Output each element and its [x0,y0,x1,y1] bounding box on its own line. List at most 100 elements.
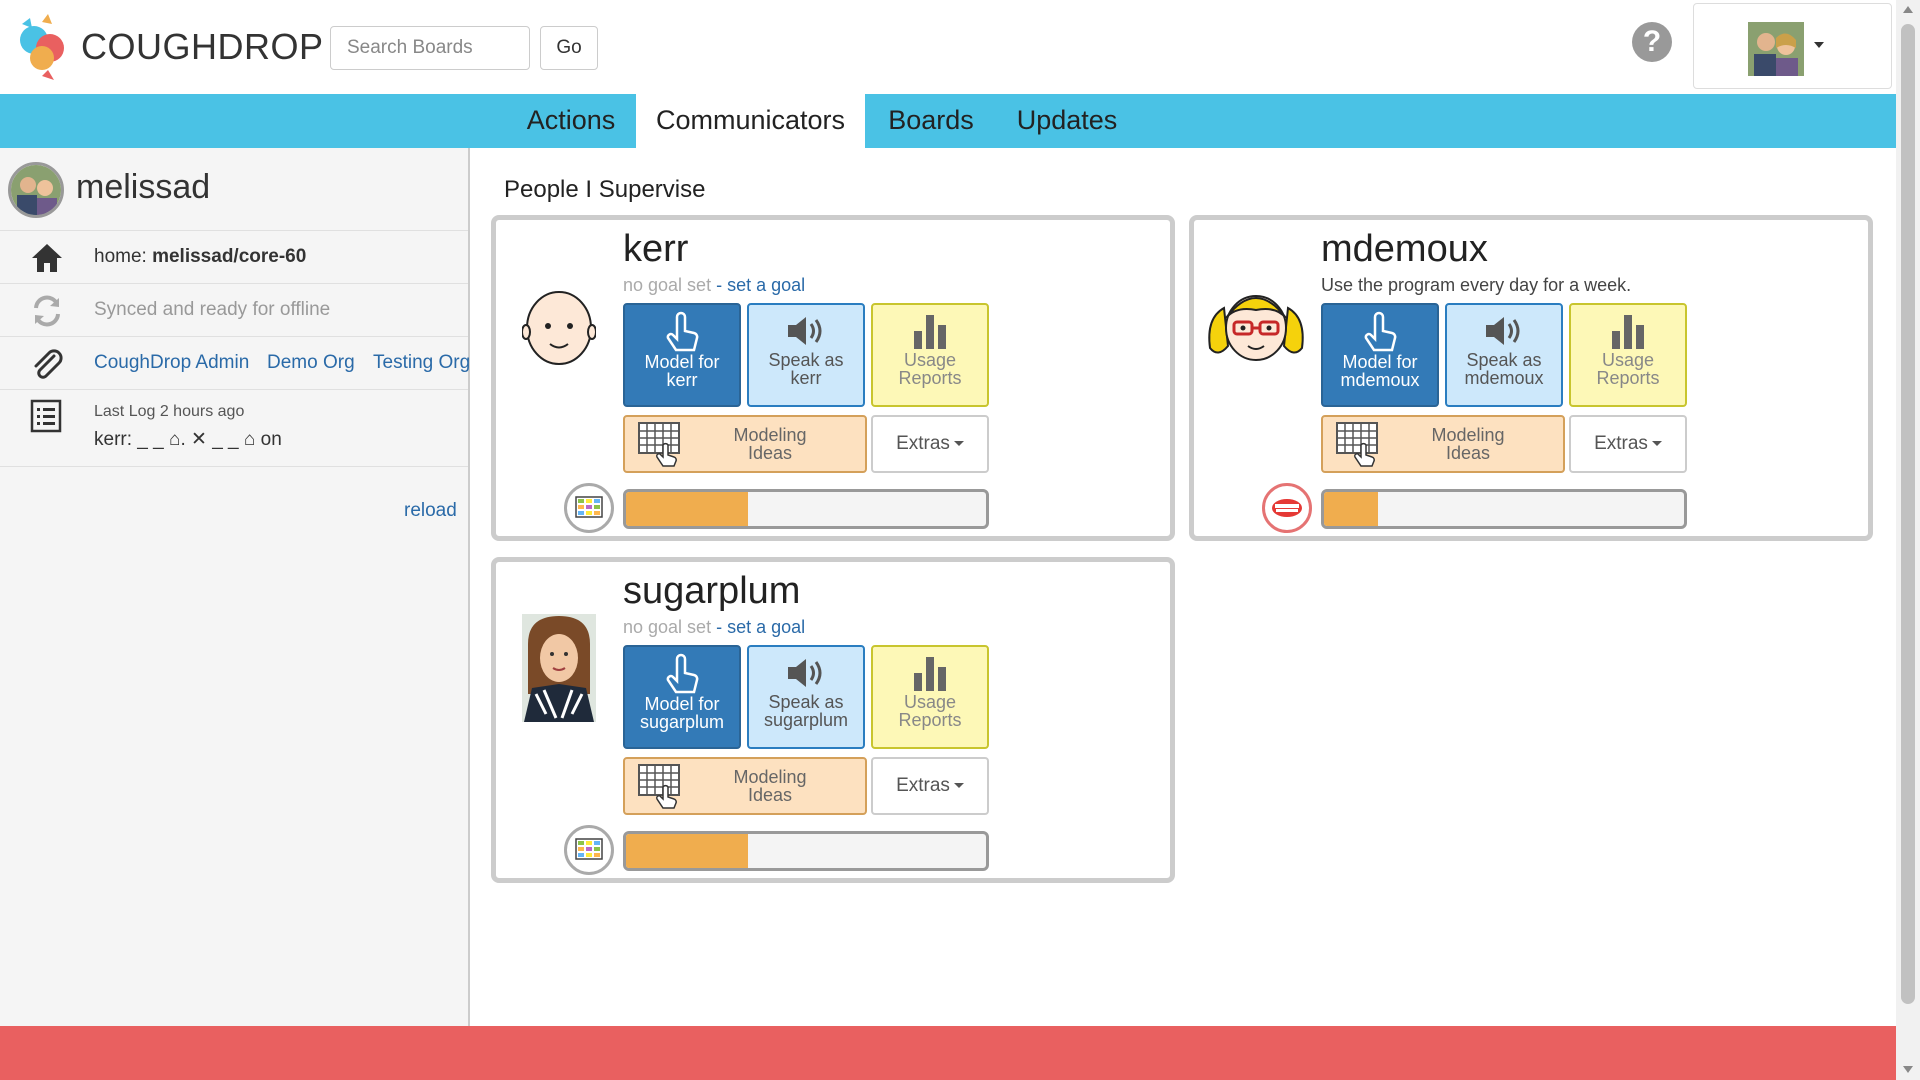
home-icon [32,244,62,272]
sidebar-last-log-row[interactable]: Last Log 2 hours ago kerr: _ _ ⌂. ✕ _ _ … [0,389,468,467]
modeling-ideas-label: Modeling Ideas [1431,425,1505,463]
sidebar-user-row[interactable]: melissad [0,148,468,231]
vertical-scrollbar[interactable] [1896,0,1920,1080]
scrollbar-thumb[interactable] [1901,24,1915,1004]
model-for-button[interactable]: Model for mdemoux [1321,303,1439,407]
usage-reports-label: Usage Reports [898,350,962,388]
sidebar-home-row[interactable]: home: melissad/core-60 [0,230,468,284]
goal-text: no goal set [623,617,712,637]
paperclip-icon [34,349,63,379]
sidebar-username[interactable]: melissad [76,168,210,207]
board-thumbnail-icon[interactable] [1262,483,1312,533]
last-log-label: Last Log 2 hours ago [94,403,245,420]
home-prefix-label: home: [94,246,147,267]
board-thumbnail-icon[interactable] [564,483,614,533]
org-link-coughdrop-admin[interactable]: CoughDrop Admin [94,352,249,374]
sidebar-sync-row[interactable]: Synced and ready for offline [0,283,468,337]
model-for-button[interactable]: Model for kerr [623,303,741,407]
speak-as-label: Speak as kerr [768,350,844,388]
modeling-ideas-button[interactable]: Modeling Ideas [623,757,867,815]
scroll-down-arrow-icon[interactable] [1903,1066,1913,1073]
brand-name[interactable]: COUGHDROP [81,26,324,68]
communicator-avatar[interactable] [522,288,596,368]
speak-as-button[interactable]: Speak as kerr [747,303,865,407]
model-for-button[interactable]: Model for sugarplum [623,645,741,749]
user-menu-button[interactable] [1693,3,1892,89]
chevron-down-icon [1814,42,1824,48]
goal-text[interactable]: Use the program every day for a week. [1321,275,1631,295]
model-for-label: Model for mdemoux [1340,352,1420,390]
user-avatar [1748,22,1804,76]
modeling-ideas-button[interactable]: Modeling Ideas [1321,415,1565,473]
avatar[interactable] [8,162,64,218]
tab-communicators[interactable]: Communicators [636,94,865,148]
extras-dropdown[interactable]: Extras [871,757,989,815]
board-grid-icon [638,422,680,467]
communicator-avatar[interactable] [1204,288,1308,364]
speak-as-label: Speak as mdemoux [1464,350,1544,388]
usage-reports-label: Usage Reports [898,692,962,730]
board-thumbnail-icon[interactable] [564,825,614,875]
sync-icon [34,295,60,327]
tab-updates[interactable]: Updates [1005,94,1129,148]
user-avatar-image [11,165,61,215]
pointing-hand-icon [666,653,699,694]
progress-fill [1324,492,1378,526]
usage-reports-button[interactable]: Usage Reports [871,645,989,749]
board-grid-icon [638,764,680,809]
org-link-demo-org[interactable]: Demo Org [267,352,355,374]
top-header: COUGHDROP Go ? [0,0,1896,94]
model-for-label: Model for sugarplum [639,694,725,732]
speaker-icon [1486,317,1520,345]
speak-as-button[interactable]: Speak as sugarplum [747,645,865,749]
usage-reports-button[interactable]: Usage Reports [871,303,989,407]
caret-down-icon [1651,441,1662,447]
extras-label: Extras [896,775,950,796]
communicator-name[interactable]: sugarplum [623,570,800,613]
tab-actions[interactable]: Actions [507,94,635,148]
mouth-icon [1272,499,1302,517]
sync-status-text: Synced and ready for offline [94,299,331,320]
speak-as-button[interactable]: Speak as mdemoux [1445,303,1563,407]
extras-dropdown[interactable]: Extras [1569,415,1687,473]
activity-progress-bar [1321,489,1687,529]
help-icon[interactable]: ? [1632,22,1672,62]
home-board-link[interactable]: melissad/core-60 [152,246,306,267]
pointing-hand-icon [1364,311,1397,352]
sidebar-orgs-row: CoughDrop Admin Demo Org Testing Org [0,336,470,390]
communicator-card-kerr: kerr no goal set - set a goal Model for … [491,215,1175,541]
org-link-testing-org[interactable]: Testing Org [373,352,470,374]
grid-board-icon [575,496,603,518]
reload-link[interactable]: reload [404,500,457,522]
communicator-name[interactable]: kerr [623,228,688,271]
speaker-icon [788,659,822,687]
activity-progress-bar [623,831,989,871]
goal-text: no goal set [623,275,712,295]
set-goal-link[interactable]: - set a goal [716,275,805,295]
communicator-name[interactable]: mdemoux [1321,228,1488,271]
goal-status: no goal set - set a goal [623,275,805,296]
modeling-ideas-button[interactable]: Modeling Ideas [623,415,867,473]
communicator-avatar[interactable] [522,614,596,722]
communicator-card-mdemoux: mdemoux Use the program every day for a … [1189,215,1873,541]
communicator-card-sugarplum: sugarplum no goal set - set a goal Model… [491,557,1175,883]
set-goal-link[interactable]: - set a goal [716,617,805,637]
tab-boards[interactable]: Boards [874,94,988,148]
progress-fill [626,834,749,868]
scroll-up-arrow-icon[interactable] [1903,6,1913,13]
modeling-ideas-label: Modeling Ideas [733,425,807,463]
bar-chart-icon [914,315,946,349]
footer-bar [0,1026,1896,1080]
usage-reports-button[interactable]: Usage Reports [1569,303,1687,407]
extras-dropdown[interactable]: Extras [871,415,989,473]
last-log-text: kerr: _ _ ⌂. ✕ _ _ ⌂ on [94,429,282,450]
search-boards-input[interactable] [330,26,530,70]
extras-label: Extras [1594,433,1648,454]
bar-chart-icon [914,657,946,691]
coughdrop-logo[interactable] [12,12,76,82]
caret-down-icon [953,783,964,789]
activity-progress-bar [623,489,989,529]
caret-down-icon [953,441,964,447]
search-go-button[interactable]: Go [540,26,598,70]
goal-status: no goal set - set a goal [623,617,805,638]
